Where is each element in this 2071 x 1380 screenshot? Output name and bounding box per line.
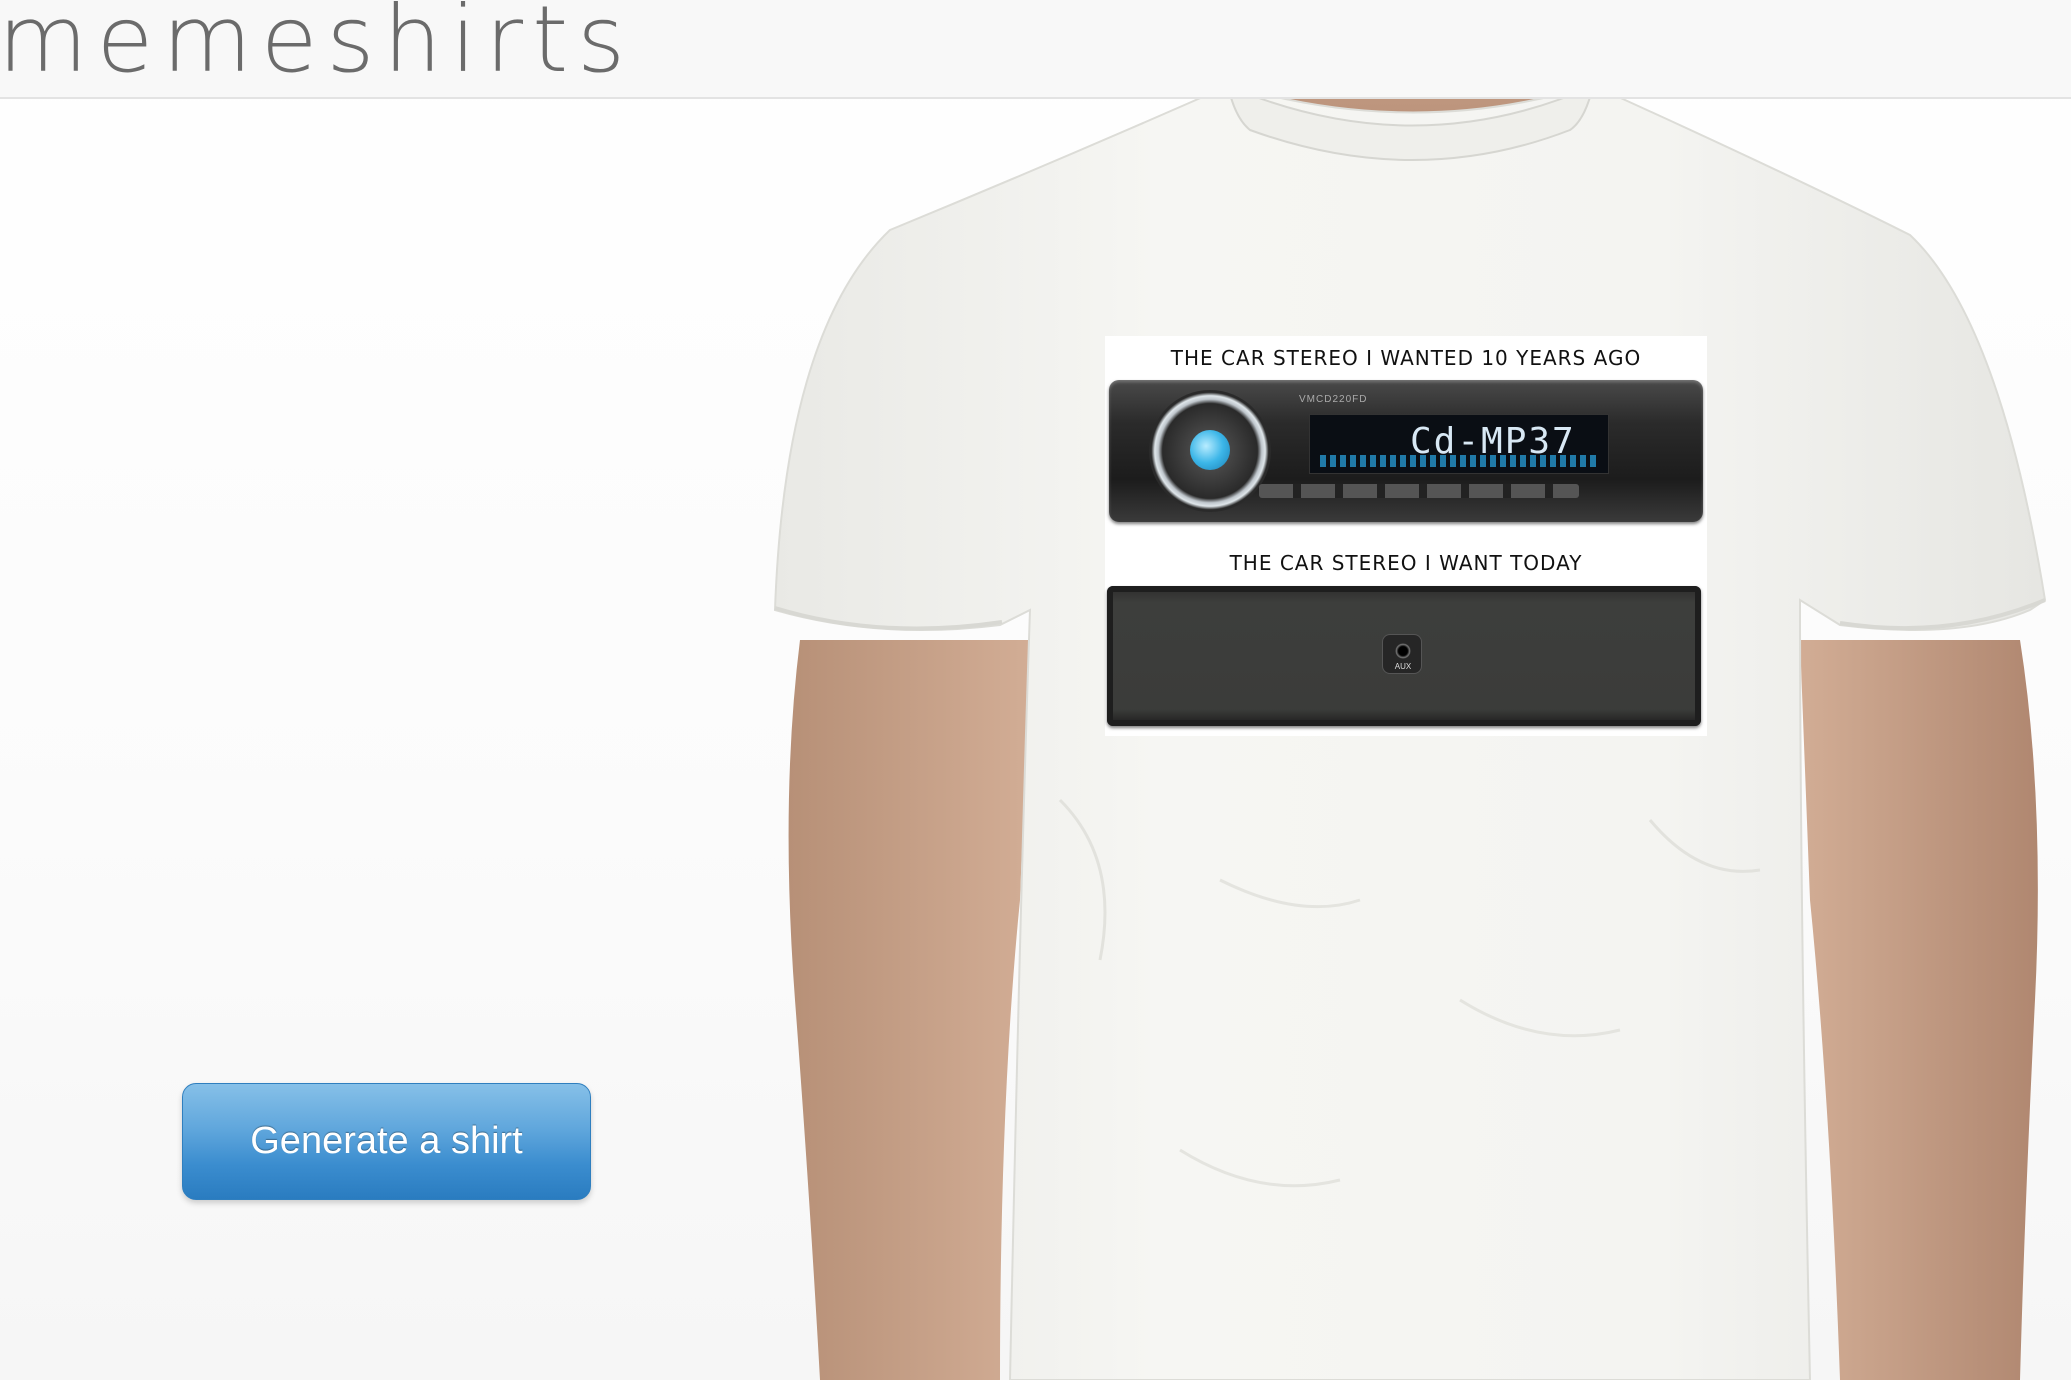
stereo-equalizer-bars [1320, 455, 1600, 467]
blank-car-stereo-image: AUX [1107, 586, 1701, 726]
meme-top-caption: THE CAR STEREO I WANTED 10 YEARS AGO [1170, 346, 1642, 370]
meme-print: THE CAR STEREO I WANTED 10 YEARS AGO VMC… [1105, 336, 1707, 736]
stereo-display: Cd-MP37 [1309, 414, 1609, 474]
aux-hole [1395, 643, 1411, 659]
old-car-stereo-image: VMCD220FD Cd-MP37 [1109, 380, 1703, 522]
site-logo[interactable]: memeshirts [0, 0, 634, 93]
aux-label: AUX [1394, 662, 1412, 671]
page: memeshirts THE CAR STEREO I WANTED 10 YE… [0, 0, 2071, 1380]
aux-jack-icon: AUX [1382, 634, 1422, 674]
stereo-model-label: VMCD220FD [1299, 394, 1368, 405]
generate-shirt-button[interactable]: Generate a shirt [182, 1083, 591, 1200]
meme-bottom-caption: THE CAR STEREO I WANT TODAY [1229, 551, 1583, 575]
stereo-knob-center [1190, 430, 1230, 470]
stereo-preset-buttons [1259, 484, 1579, 498]
site-header: memeshirts [0, 0, 2071, 99]
